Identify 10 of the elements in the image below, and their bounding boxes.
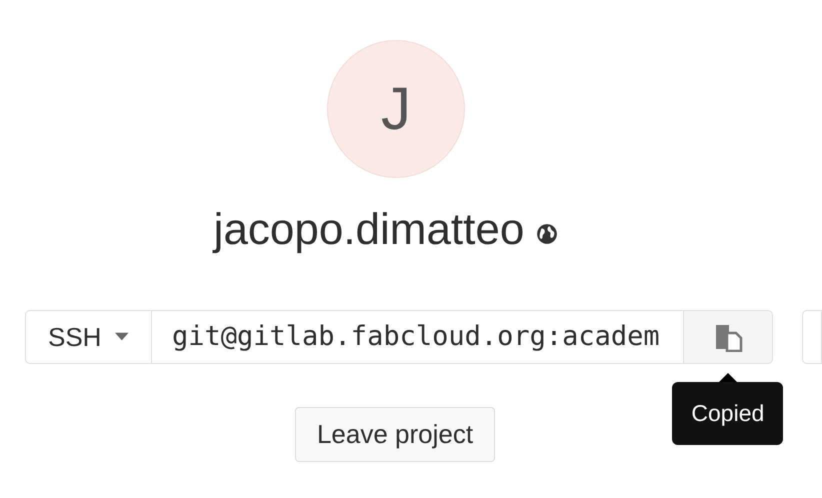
globe-icon bbox=[536, 223, 558, 245]
user-name: jacopo.dimatteo bbox=[214, 204, 524, 256]
caret-icon bbox=[115, 332, 129, 342]
clone-url-field[interactable]: git@gitlab.fabcloud.org:academ bbox=[152, 310, 684, 364]
protocol-dropdown[interactable]: SSH bbox=[25, 310, 152, 364]
copy-icon bbox=[713, 322, 744, 352]
avatar: J bbox=[327, 40, 465, 178]
leave-project-button[interactable]: Leave project bbox=[294, 407, 496, 462]
tooltip: Copied bbox=[672, 382, 784, 445]
copy-button[interactable] bbox=[683, 310, 774, 364]
